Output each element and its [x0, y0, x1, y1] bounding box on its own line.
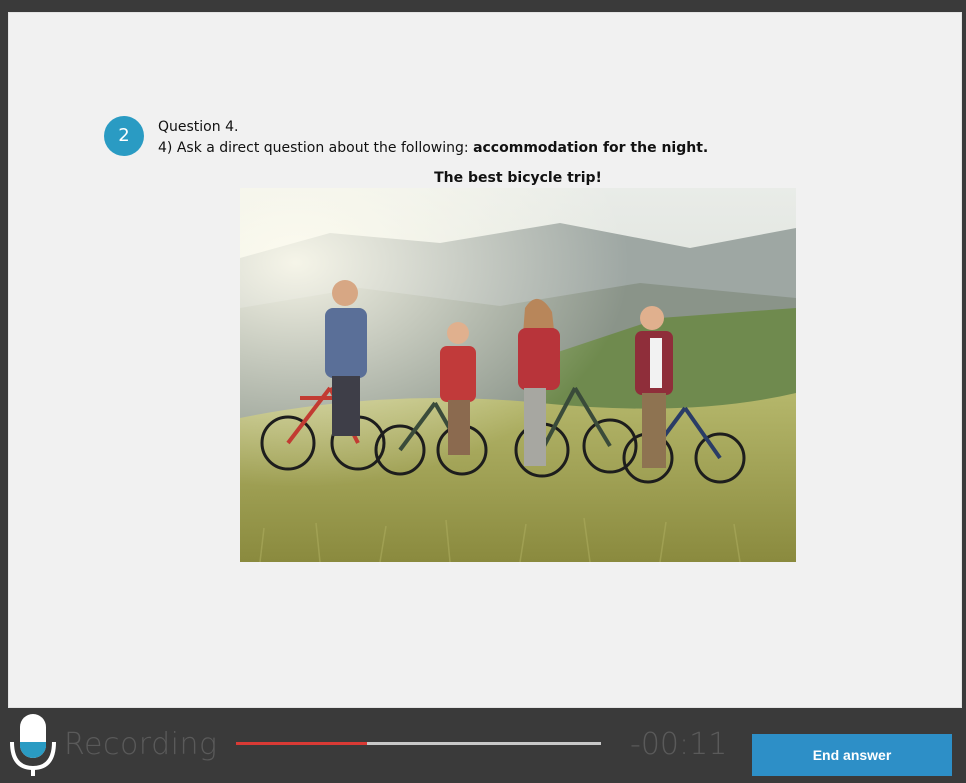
- question-prompt-bold: accommodation for the night.: [473, 140, 709, 156]
- recording-progress-bar: [236, 742, 601, 745]
- question-title: Question 4.: [158, 119, 239, 135]
- image-caption: The best bicycle trip!: [434, 170, 602, 186]
- app-window: 2 Question 4. 4) Ask a direct question a…: [0, 0, 966, 783]
- recording-timer: -00:11: [630, 727, 728, 762]
- microphone-icon: [6, 712, 60, 778]
- question-photo: [240, 188, 796, 562]
- end-answer-button[interactable]: End answer: [752, 734, 952, 776]
- question-prompt-text: 4) Ask a direct question about the follo…: [158, 140, 474, 156]
- question-number-badge: 2: [104, 116, 144, 156]
- question-prompt: 4) Ask a direct question about the follo…: [158, 140, 708, 156]
- recording-progress-fill: [236, 742, 368, 745]
- recording-status-label: Recording: [64, 727, 218, 762]
